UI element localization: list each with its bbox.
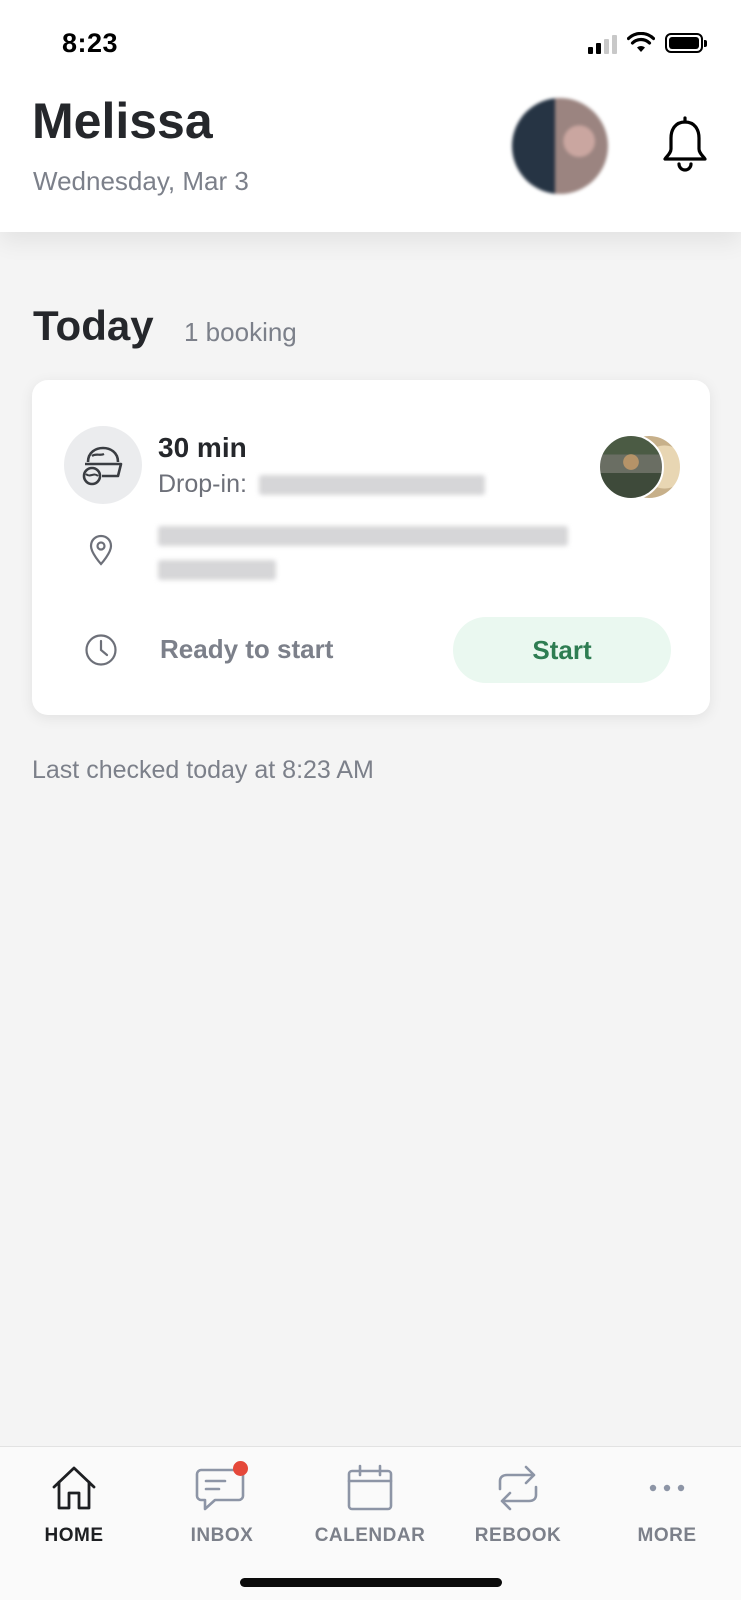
start-button[interactable]: Start	[453, 617, 671, 683]
unread-badge	[233, 1461, 248, 1476]
repeat-icon	[498, 1465, 538, 1511]
nav-calendar[interactable]: CALENDAR	[296, 1459, 444, 1547]
booking-status: Ready to start	[160, 634, 334, 664]
current-date: Wednesday, Mar 3	[33, 166, 249, 196]
nav-label: HOME	[44, 1525, 104, 1546]
booking-card[interactable]: 30 min Drop-in: Ready to start Start	[32, 380, 710, 715]
status-indicators	[588, 32, 707, 54]
bottom-nav: HOME INBOX CALENDAR REBOOK MORE	[0, 1446, 741, 1600]
nav-rebook[interactable]: REBOOK	[444, 1459, 592, 1547]
status-time: 8:23	[62, 28, 119, 58]
section-title: Today	[33, 302, 154, 349]
service-icon-badge	[64, 426, 142, 504]
redacted-service-name	[258, 474, 485, 495]
page-title: Melissa	[32, 93, 213, 149]
home-icon	[52, 1466, 96, 1510]
pet-avatars	[598, 434, 682, 500]
nav-label: CALENDAR	[314, 1525, 426, 1546]
booking-count: 1 booking	[184, 317, 297, 347]
home-indicator	[240, 1578, 502, 1587]
last-checked-text: Last checked today at 8:23 AM	[32, 756, 374, 784]
nav-label: MORE	[637, 1525, 697, 1546]
avatar[interactable]	[512, 98, 608, 194]
nav-home[interactable]: HOME	[0, 1459, 148, 1547]
battery-icon	[665, 33, 707, 53]
nav-label: INBOX	[190, 1525, 254, 1546]
nav-label: REBOOK	[474, 1525, 562, 1546]
header: 8:23 Melissa Wednesday, Mar 3	[0, 0, 741, 232]
signal-icon	[588, 32, 617, 54]
calendar-icon	[347, 1464, 393, 1511]
bell-icon[interactable]	[660, 116, 710, 172]
more-icon	[649, 1484, 685, 1492]
wifi-icon	[627, 32, 655, 52]
pet-avatar	[598, 434, 664, 500]
map-pin-icon	[89, 534, 113, 566]
pet-bowl-icon	[82, 446, 123, 486]
service-type: Drop-in:	[158, 470, 485, 499]
nav-more[interactable]: MORE	[593, 1459, 741, 1547]
service-prefix: Drop-in:	[158, 470, 247, 498]
redacted-address	[158, 526, 598, 594]
booking-duration: 30 min	[158, 432, 247, 463]
clock-icon	[85, 634, 117, 666]
nav-inbox[interactable]: INBOX	[148, 1459, 296, 1547]
